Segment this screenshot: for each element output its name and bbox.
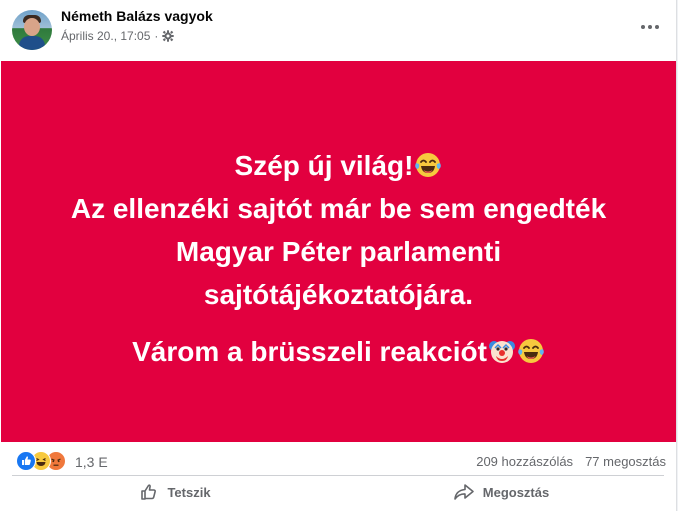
- image-line-5-text: Várom a brüsszeli reakciót: [132, 336, 487, 367]
- share-count[interactable]: 77 megosztás: [585, 454, 666, 469]
- image-line-1: Szép új világ!: [1, 144, 676, 187]
- avatar-face: [24, 18, 40, 36]
- share-button[interactable]: Megosztás: [338, 478, 664, 506]
- image-line-5: Várom a brüsszeli reakciót: [1, 330, 676, 373]
- image-line-2: Az ellenzéki sajtót már be sem engedték: [70, 193, 607, 224]
- line-spacer: [1, 316, 676, 330]
- clown-emoji: [488, 341, 515, 363]
- post-meta: Április 20., 17:05 ·: [61, 29, 175, 43]
- image-line-1-text: Szép új világ!: [234, 150, 414, 181]
- like-label: Tetszik: [167, 484, 211, 500]
- reaction-icons[interactable]: [16, 451, 76, 471]
- share-icon: [453, 482, 475, 502]
- like-icon: [139, 482, 159, 502]
- image-line-3: Magyar Péter parlamenti: [175, 236, 502, 267]
- image-line-4: sajtótájékoztatójára.: [203, 279, 474, 310]
- post-header: Németh Balázs vagyok Április 20., 17:05 …: [0, 0, 676, 60]
- like-button[interactable]: Tetszik: [12, 478, 338, 506]
- action-bar: Tetszik Megosztás: [12, 476, 664, 506]
- more-options-icon[interactable]: [632, 12, 668, 42]
- engagement-stats: 209 hozzászólás 77 megosztás: [476, 454, 666, 469]
- reactions-bar: 1,3 E 209 hozzászólás 77 megosztás: [0, 446, 676, 476]
- avatar-shirt: [19, 36, 45, 50]
- reaction-count[interactable]: 1,3 E: [75, 454, 108, 470]
- avatar[interactable]: [12, 10, 52, 50]
- author-name[interactable]: Németh Balázs vagyok: [61, 8, 213, 24]
- gear-icon: [162, 30, 175, 42]
- post-card: Németh Balázs vagyok Április 20., 17:05 …: [0, 0, 677, 511]
- post-image-text: Szép új világ! Az ellenzéki sajtót már b…: [1, 144, 676, 373]
- like-reaction-icon: [16, 451, 36, 471]
- comment-count[interactable]: 209 hozzászólás: [476, 454, 573, 469]
- laughing-tears-emoji: [415, 153, 442, 177]
- post-date[interactable]: Április 20., 17:05: [61, 29, 150, 43]
- meta-separator: ·: [154, 29, 159, 43]
- share-label: Megosztás: [482, 484, 550, 500]
- laughing-tears-emoji: [518, 339, 544, 363]
- post-image[interactable]: Szép új világ! Az ellenzéki sajtót már b…: [1, 61, 676, 442]
